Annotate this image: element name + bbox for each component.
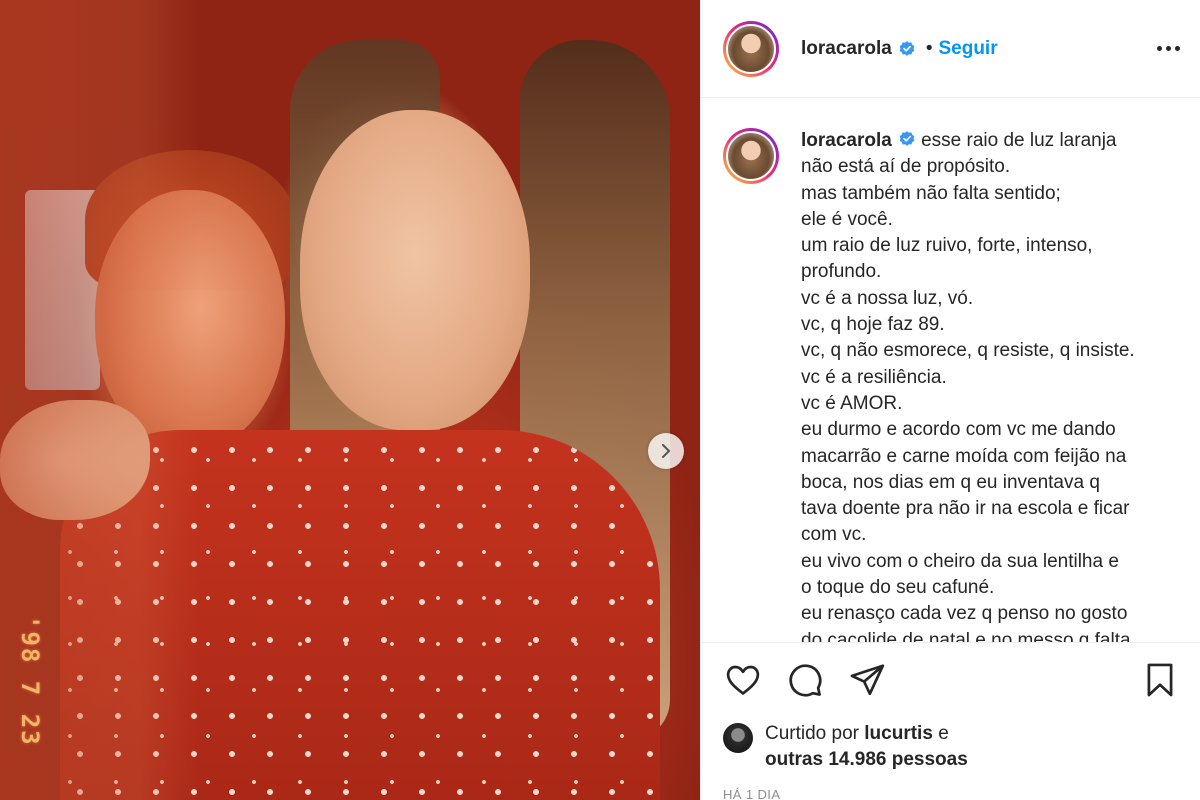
caption-line: boca, nos dias em q eu inventava q xyxy=(801,471,1100,493)
caption-line: vc, q hoje faz 89. xyxy=(801,314,945,336)
caption-line-first: loracarola esse raio de luz laranja xyxy=(801,128,1135,154)
liker-username[interactable]: lucurtis xyxy=(864,723,933,744)
caption-line: o toque do seu cafuné. xyxy=(801,577,995,599)
post-actions: Curtido por lucurtis e outras 14.986 pes… xyxy=(701,642,1200,800)
caption-line: eu vivo com o cheiro da sua lentilha e xyxy=(801,550,1119,572)
chevron-right-icon xyxy=(662,444,670,458)
caption-line: um raio de luz ruivo, forte, intenso, xyxy=(801,235,1093,257)
comment-icon xyxy=(789,664,822,697)
verified-badge-icon xyxy=(899,40,915,56)
save-button[interactable] xyxy=(1140,660,1180,700)
paper-plane-icon xyxy=(850,664,885,696)
caption-line: eu renasço cada vez q penso no gosto xyxy=(801,603,1128,625)
caption-line: do cacolide de natal e no messo q falta xyxy=(801,629,1131,642)
post-timestamp[interactable]: HÁ 1 DIA xyxy=(723,787,1180,800)
likes-text: Curtido por lucurtis e outras 14.986 pes… xyxy=(765,721,968,773)
post-side-panel: loracarola • Seguir loracarola esse raio… xyxy=(700,0,1200,800)
instagram-post: '98 7 23 loracarola • Seguir loracarola … xyxy=(0,0,1200,800)
caption-line: não está aí de propósito. xyxy=(801,156,1011,178)
caption-line: tava doente pra não ir na escola e ficar xyxy=(801,498,1130,520)
likes-prefix: Curtido por xyxy=(765,723,859,744)
caption-line: mas também não falta sentido; xyxy=(801,182,1061,204)
caption-line: ele é você. xyxy=(801,208,893,230)
more-options-button[interactable] xyxy=(1157,38,1180,59)
like-button[interactable] xyxy=(723,660,763,700)
more-horizontal-icon xyxy=(1157,46,1162,51)
caption-area: loracarola esse raio de luz laranja não … xyxy=(701,98,1200,642)
caption-line: vc é AMOR. xyxy=(801,392,903,414)
caption-line: profundo. xyxy=(801,261,882,283)
post-photo[interactable]: '98 7 23 xyxy=(0,0,700,800)
caption-author-avatar[interactable] xyxy=(723,128,779,184)
caption-text: loracarola esse raio de luz laranja não … xyxy=(801,128,1135,642)
liker-avatar[interactable] xyxy=(723,723,753,753)
follow-button[interactable]: Seguir xyxy=(938,38,997,60)
next-photo-button[interactable] xyxy=(648,433,684,469)
caption-line: vc é a nossa luz, vó. xyxy=(801,287,974,309)
bookmark-icon xyxy=(1147,663,1173,697)
comment-button[interactable] xyxy=(785,660,825,700)
likes-conjunction: e xyxy=(938,723,949,744)
header-separator: • xyxy=(925,37,933,59)
share-button[interactable] xyxy=(847,660,887,700)
caption-line: com vc. xyxy=(801,524,867,546)
action-icons-row xyxy=(723,659,1180,701)
likes-others[interactable]: outras 14.986 pessoas xyxy=(765,749,968,770)
likes-summary: Curtido por lucurtis e outras 14.986 pes… xyxy=(723,721,1180,773)
post-header: loracarola • Seguir xyxy=(701,0,1200,98)
caption-line: vc, q não esmorece, q resiste, q insiste… xyxy=(801,340,1135,362)
verified-badge-icon xyxy=(899,131,915,146)
author-avatar[interactable] xyxy=(723,20,779,77)
caption-line: eu durmo e acordo com vc me dando xyxy=(801,419,1116,441)
photo-date-stamp: '98 7 23 xyxy=(16,615,44,747)
author-username[interactable]: loracarola xyxy=(801,38,892,60)
caption-line: macarrão e carne moída com feijão na xyxy=(801,445,1127,467)
woman-face xyxy=(300,110,530,430)
caption-username[interactable]: loracarola xyxy=(801,130,892,151)
caption-line: esse raio de luz laranja xyxy=(921,130,1117,151)
heart-icon xyxy=(726,665,760,695)
caption-line: vc é a resiliência. xyxy=(801,366,947,388)
